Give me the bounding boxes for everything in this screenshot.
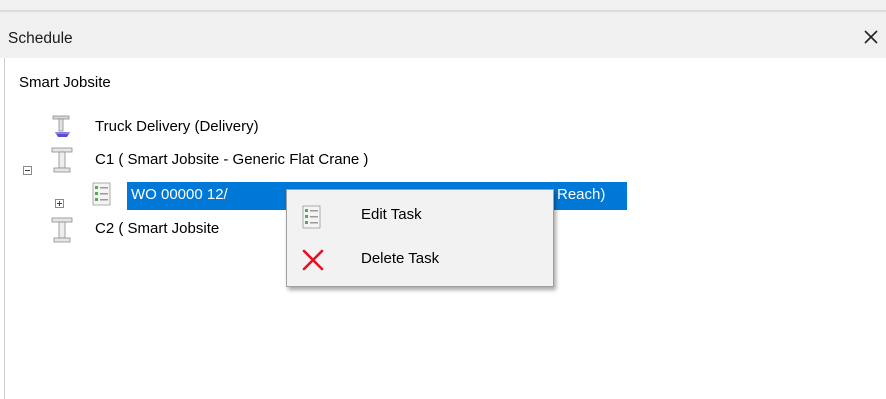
expand-icon[interactable] [55, 199, 64, 208]
edit-task-label: Edit Task [361, 206, 422, 223]
edit-task-menu-item[interactable]: Edit Task [287, 194, 553, 238]
tree-item-label: Truck Delivery (Delivery) [95, 118, 259, 135]
panel-header: Schedule [0, 12, 886, 58]
tree-item-label: WO 00000 12/ [131, 186, 228, 203]
tree-item-label-tail: Reach) [557, 186, 606, 203]
tree-item-label: C2 ( Smart Jobsite [95, 220, 220, 237]
delete-task-menu-item[interactable]: Delete Task [287, 238, 553, 282]
edit-task-icon [301, 204, 323, 234]
tree-root-label[interactable]: Smart Jobsite [19, 74, 111, 91]
delete-icon [301, 248, 325, 276]
top-strip [0, 0, 886, 12]
context-menu: Edit Task Delete Task [286, 189, 554, 287]
tree-item-label: C1 ( Smart Jobsite - Generic Flat Crane … [95, 151, 369, 168]
task-list-icon [91, 181, 113, 211]
collapse-icon[interactable] [23, 166, 32, 175]
truck-delivery-icon [49, 114, 75, 144]
crane-icon [49, 146, 75, 178]
close-icon[interactable] [860, 26, 882, 48]
delete-task-label: Delete Task [361, 250, 440, 267]
panel-title: Schedule [8, 30, 73, 47]
crane-icon [49, 216, 75, 248]
